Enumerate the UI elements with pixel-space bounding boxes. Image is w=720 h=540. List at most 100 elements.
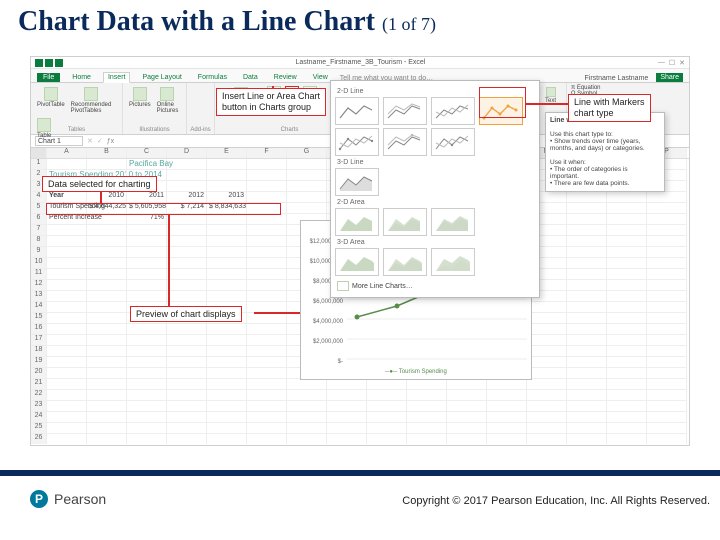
area-type-thumb[interactable] [383, 208, 427, 236]
row-head[interactable]: 6 [31, 214, 47, 225]
row-head[interactable]: 10 [31, 258, 47, 269]
row-head[interactable]: 7 [31, 225, 47, 236]
row-head[interactable]: 4 [31, 192, 47, 203]
col-E[interactable]: E [207, 148, 247, 158]
row-head[interactable]: 16 [31, 324, 47, 335]
select-all[interactable] [31, 148, 47, 158]
dropdown-heading: 3-D Area [337, 239, 535, 246]
maximize-icon[interactable]: ☐ [669, 59, 675, 67]
col-G[interactable]: G [287, 148, 327, 158]
window-controls[interactable]: — ☐ ✕ [658, 59, 685, 67]
cell[interactable]: 2011 [127, 192, 167, 203]
cell[interactable]: 71% [127, 214, 167, 225]
callout-preview: Preview of chart displays [130, 306, 242, 322]
legend-text: Tourism Spending [399, 369, 447, 375]
area3d-type-thumb[interactable] [335, 248, 379, 276]
row-head[interactable]: 18 [31, 346, 47, 357]
minimize-icon[interactable]: — [658, 59, 665, 67]
line-type-thumb[interactable] [335, 168, 379, 196]
cell[interactable]: Percent Increase [47, 214, 87, 225]
row-head[interactable]: 15 [31, 313, 47, 324]
qat-icon[interactable] [45, 59, 53, 67]
tab-data[interactable]: Data [239, 73, 262, 82]
row-head[interactable]: 20 [31, 368, 47, 379]
tab-view[interactable]: View [309, 73, 332, 82]
row-head[interactable]: 21 [31, 379, 47, 390]
tab-page-layout[interactable]: Page Layout [138, 73, 185, 82]
line-type-thumb[interactable] [383, 97, 427, 125]
area3d-type-thumb[interactable] [383, 248, 427, 276]
enter-icon[interactable]: ✓ [97, 137, 103, 145]
more-line-charts[interactable]: More Line Charts… [335, 279, 535, 293]
col-F[interactable]: F [247, 148, 287, 158]
area-type-thumb[interactable] [335, 208, 379, 236]
row-head[interactable]: 9 [31, 247, 47, 258]
row-head[interactable]: 5 [31, 203, 47, 214]
tab-insert[interactable]: Insert [103, 72, 131, 83]
y-tick: $6,000,000 [303, 299, 343, 305]
pictures-icon [133, 87, 147, 101]
cell[interactable]: $ 5,605,958 [127, 203, 167, 214]
qat-icon[interactable] [35, 59, 43, 67]
cell[interactable]: 2012 [167, 192, 207, 203]
line-chart-dropdown[interactable]: 2-D Line 3-D Line 2-D Area 3-D Area More… [330, 80, 540, 298]
connector [168, 214, 170, 306]
col-A[interactable]: A [47, 148, 87, 158]
cell[interactable]: $ 8,834,633 [207, 203, 247, 214]
row-head[interactable]: 22 [31, 390, 47, 401]
cell[interactable]: 2010 [87, 192, 127, 203]
line-with-markers-thumb[interactable] [479, 97, 523, 125]
tt-line: • The order of categories is [550, 166, 628, 173]
tab-file[interactable]: File [37, 73, 60, 82]
y-tick: $2,000,000 [303, 339, 343, 345]
cancel-icon[interactable]: ✕ [87, 137, 93, 145]
tab-formulas[interactable]: Formulas [194, 73, 231, 82]
row-head[interactable]: 14 [31, 302, 47, 313]
cell[interactable]: 2013 [207, 192, 247, 203]
user-name[interactable]: Firstname Lastname [585, 75, 649, 82]
row-head[interactable]: 12 [31, 280, 47, 291]
label: Online Pictures [157, 102, 179, 114]
cell[interactable]: Tourism Spending [47, 203, 87, 214]
area3d-type-thumb[interactable] [431, 248, 475, 276]
col-B[interactable]: B [87, 148, 127, 158]
pictures-button[interactable]: Pictures [127, 85, 153, 110]
label: More Line Charts… [352, 283, 413, 290]
logo-icon: P [30, 490, 48, 508]
row-head[interactable]: 24 [31, 412, 47, 423]
share-button[interactable]: Share [656, 73, 683, 82]
row-head[interactable]: 25 [31, 423, 47, 434]
online-pictures-button[interactable]: Online Pictures [155, 85, 181, 116]
close-icon[interactable]: ✕ [679, 59, 685, 67]
row-head[interactable]: 11 [31, 269, 47, 280]
cell[interactable]: $ 7,214 [167, 203, 207, 214]
line-type-thumb[interactable] [431, 128, 475, 156]
row-head[interactable]: 23 [31, 401, 47, 412]
col-D[interactable]: D [167, 148, 207, 158]
qat-icon[interactable] [55, 59, 63, 67]
pivottable-button[interactable]: PivotTable [35, 85, 67, 110]
area-type-thumb[interactable] [431, 208, 475, 236]
cell[interactable]: $ 4,644,325 [87, 203, 127, 214]
tab-home[interactable]: Home [68, 73, 95, 82]
row-head[interactable]: 19 [31, 357, 47, 368]
pivottable-icon [44, 87, 58, 101]
fx-icon[interactable]: ƒx [107, 138, 114, 145]
line-type-thumb[interactable] [335, 97, 379, 125]
row-head[interactable]: 17 [31, 335, 47, 346]
line-type-thumb[interactable] [431, 97, 475, 125]
recommended-pivot-button[interactable]: Recommended PivotTables [69, 85, 114, 116]
col-C[interactable]: C [127, 148, 167, 158]
row-head[interactable]: 8 [31, 236, 47, 247]
pearson-logo: P Pearson [30, 490, 106, 508]
row-head[interactable]: 1 [31, 159, 47, 170]
row-head[interactable]: 26 [31, 434, 47, 444]
cell[interactable]: Year [47, 192, 87, 203]
line-type-thumb[interactable] [383, 128, 427, 156]
pivot-icon [84, 87, 98, 101]
row-head[interactable]: 13 [31, 291, 47, 302]
line-type-thumb[interactable] [335, 128, 379, 156]
cell[interactable]: Pacifica Bay [127, 159, 167, 170]
tab-review[interactable]: Review [270, 73, 301, 82]
quick-access-toolbar[interactable] [35, 59, 63, 67]
